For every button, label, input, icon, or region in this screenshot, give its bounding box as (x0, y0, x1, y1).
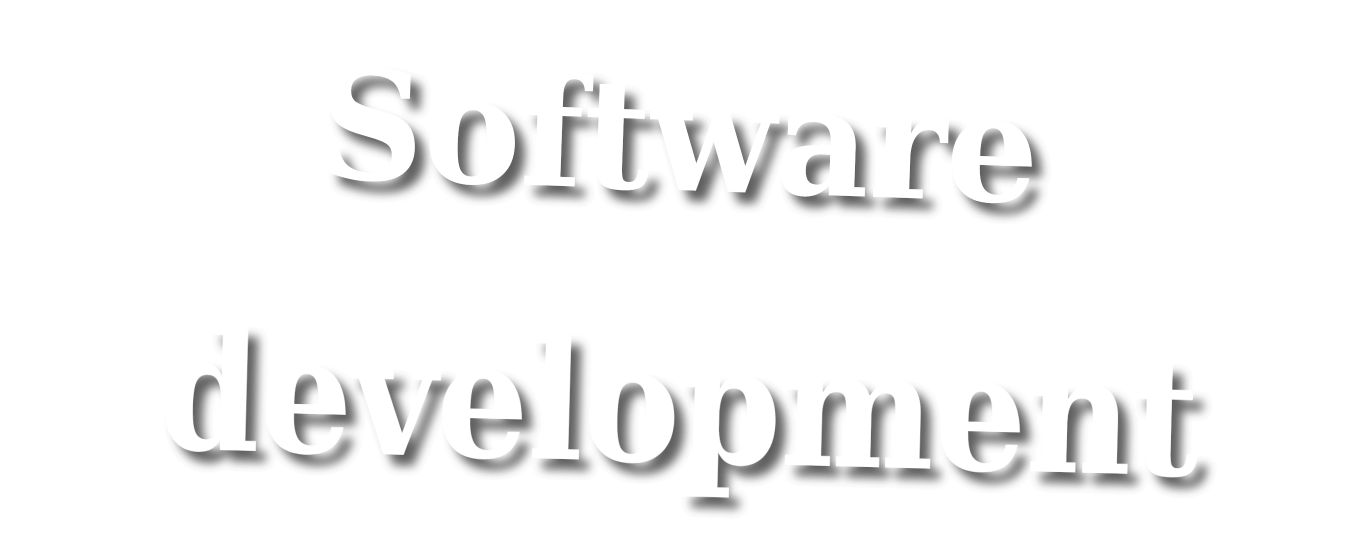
wordart-graphic: Software development (157, 34, 1202, 514)
wordart-line-1: Software (316, 34, 1042, 238)
wordart-canvas: Software development (0, 0, 1359, 547)
wordart-line-2: development (157, 294, 1202, 514)
